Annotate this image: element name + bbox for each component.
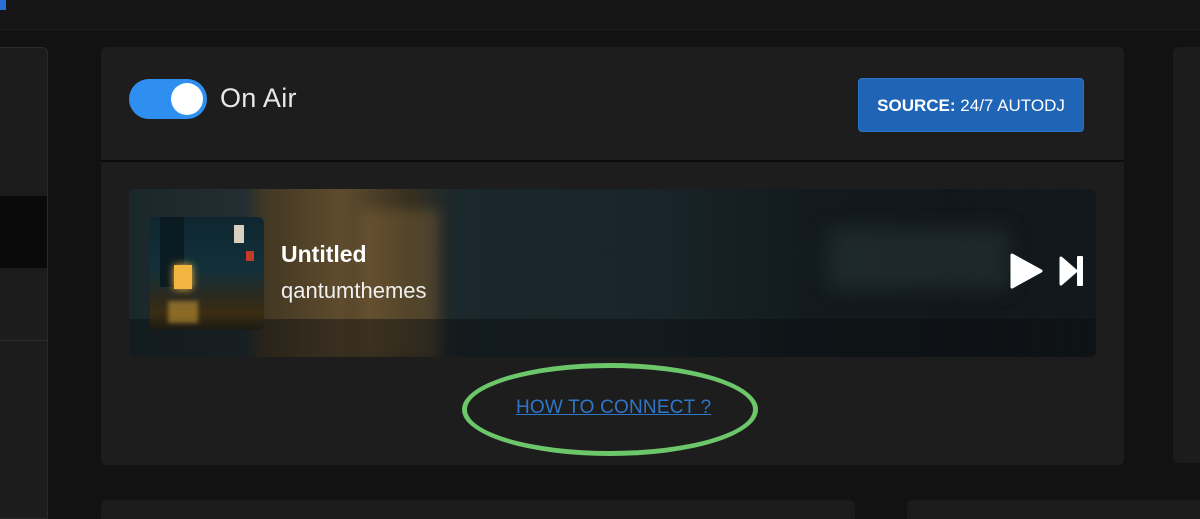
art-window bbox=[174, 265, 192, 289]
art-sign bbox=[246, 251, 254, 261]
track-artist: qantumthemes bbox=[281, 278, 427, 303]
on-air-label: On Air bbox=[220, 83, 297, 113]
left-sidebar bbox=[0, 47, 48, 519]
left-sidebar-active-item[interactable] bbox=[0, 196, 47, 268]
art-sign bbox=[234, 225, 244, 243]
top-accent-mark bbox=[0, 0, 6, 10]
highlight-ring bbox=[462, 363, 758, 456]
background-shade bbox=[129, 319, 1096, 357]
background-light bbox=[829, 229, 1009, 289]
left-sidebar-divider bbox=[0, 340, 47, 341]
station-card-header: On Air SOURCE: 24/7 AUTODJ bbox=[101, 47, 1124, 161]
top-bar bbox=[0, 0, 1200, 30]
album-art bbox=[150, 217, 264, 330]
source-prefix: SOURCE: bbox=[877, 96, 956, 115]
art-reflection bbox=[168, 301, 198, 323]
play-icon bbox=[1010, 253, 1043, 289]
app-window: On Air SOURCE: 24/7 AUTODJ Untitled qant… bbox=[0, 0, 1200, 519]
play-button[interactable] bbox=[1009, 253, 1043, 289]
source-button[interactable]: SOURCE: 24/7 AUTODJ bbox=[858, 78, 1084, 132]
bottom-card-right bbox=[907, 500, 1200, 519]
skip-next-button[interactable] bbox=[1059, 255, 1085, 287]
header-divider bbox=[101, 160, 1124, 162]
skip-next-icon bbox=[1059, 256, 1083, 286]
source-value: 24/7 AUTODJ bbox=[960, 96, 1065, 115]
track-title: Untitled bbox=[281, 241, 367, 267]
on-air-toggle[interactable] bbox=[129, 79, 207, 119]
right-panel bbox=[1173, 47, 1200, 463]
toggle-knob bbox=[171, 83, 203, 115]
bottom-card-left bbox=[101, 500, 855, 519]
now-playing-player: Untitled qantumthemes bbox=[129, 189, 1096, 357]
